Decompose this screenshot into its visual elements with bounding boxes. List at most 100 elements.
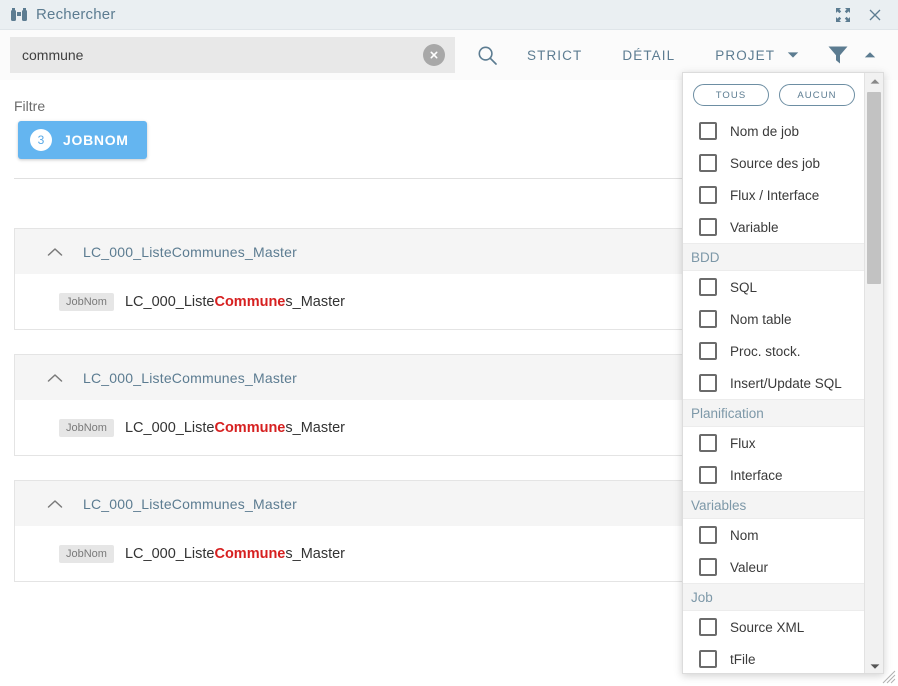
result-title: LC_000_ListeCommunes_Master bbox=[83, 369, 297, 386]
search-icon[interactable] bbox=[467, 35, 507, 75]
filter-option-insert-update-sql[interactable]: Insert/Update SQL bbox=[683, 367, 865, 399]
checkbox-icon[interactable] bbox=[699, 650, 717, 668]
dropdown-scrollbar[interactable] bbox=[864, 73, 883, 673]
filter-option-source-xml[interactable]: Source XML bbox=[683, 611, 865, 643]
result-tag: JobNom bbox=[59, 292, 114, 311]
result-header[interactable]: LC_000_ListeCommunes_Master bbox=[15, 229, 775, 274]
checkbox-icon[interactable] bbox=[699, 218, 717, 236]
match-prefix: LC_000_Liste bbox=[124, 419, 215, 436]
select-all-button[interactable]: TOUS bbox=[693, 84, 769, 106]
match-highlight: Commune bbox=[214, 419, 286, 436]
match-prefix: LC_000_Liste bbox=[124, 545, 215, 562]
filter-option-sql[interactable]: SQL bbox=[683, 271, 865, 303]
result-title: LC_000_ListeCommunes_Master bbox=[83, 243, 297, 260]
clear-circle-icon[interactable] bbox=[423, 44, 445, 66]
match-suffix: s_Master bbox=[285, 545, 346, 562]
filter-option-label: Valeur bbox=[730, 559, 769, 575]
result-match-text: LC_000_ListeCommunes_Master bbox=[125, 546, 345, 562]
filter-divider bbox=[14, 178, 684, 179]
filter-option-nom[interactable]: Nom bbox=[683, 519, 865, 551]
close-icon[interactable] bbox=[866, 6, 884, 24]
detail-button[interactable]: DÉTAIL bbox=[602, 35, 695, 75]
filter-option-label: Source des job bbox=[730, 155, 821, 171]
chevron-up-icon[interactable] bbox=[859, 35, 881, 75]
chevron-up-icon[interactable] bbox=[27, 499, 83, 509]
result-body: JobNom LC_000_ListeCommunes_Master bbox=[15, 274, 775, 329]
filter-option-label: Flux / Interface bbox=[730, 187, 820, 203]
checkbox-icon[interactable] bbox=[699, 154, 717, 172]
result-card: LC_000_ListeCommunes_Master JobNom LC_00… bbox=[14, 228, 776, 330]
binoculars-icon bbox=[10, 7, 28, 23]
match-suffix: s_Master bbox=[285, 293, 346, 310]
chevron-up-icon[interactable] bbox=[27, 247, 83, 257]
filter-option-nom-table[interactable]: Nom table bbox=[683, 303, 865, 335]
result-header[interactable]: LC_000_ListeCommunes_Master bbox=[15, 355, 775, 400]
titlebar-left-group: Rechercher bbox=[0, 6, 116, 23]
match-highlight: Commune bbox=[214, 545, 286, 562]
projet-button[interactable]: PROJET bbox=[695, 35, 783, 75]
result-body: JobNom LC_000_ListeCommunes_Master bbox=[15, 526, 775, 581]
result-body: JobNom LC_000_ListeCommunes_Master bbox=[15, 400, 775, 455]
match-prefix: LC_000_Liste bbox=[124, 293, 215, 310]
filter-option-flux[interactable]: Flux bbox=[683, 427, 865, 459]
funnel-icon[interactable] bbox=[817, 35, 859, 75]
filter-group-header-job: Job bbox=[683, 583, 865, 611]
filter-group-header-variables: Variables bbox=[683, 491, 865, 519]
filter-option-nom-de-job[interactable]: Nom de job bbox=[683, 115, 865, 147]
maximize-icon[interactable] bbox=[834, 6, 852, 24]
match-suffix: s_Master bbox=[285, 419, 346, 436]
filter-chip-jobnom[interactable]: 3 JOBNOM bbox=[18, 121, 147, 159]
filter-option-variable[interactable]: Variable bbox=[683, 211, 865, 243]
checkbox-icon[interactable] bbox=[699, 466, 717, 484]
window-title: Rechercher bbox=[36, 6, 116, 23]
filter-option-tfile[interactable]: tFile bbox=[683, 643, 865, 673]
window-controls bbox=[834, 6, 898, 24]
filter-option-label: Insert/Update SQL bbox=[730, 375, 842, 391]
filter-option-label: Nom bbox=[730, 527, 759, 543]
select-all-none-row: TOUS AUCUN bbox=[683, 73, 865, 115]
checkbox-icon[interactable] bbox=[699, 618, 717, 636]
filter-option-label: SQL bbox=[730, 279, 758, 295]
result-tag: JobNom bbox=[59, 544, 114, 563]
scrollbar-thumb[interactable] bbox=[867, 92, 881, 284]
strict-button[interactable]: STRICT bbox=[507, 35, 602, 75]
checkbox-icon[interactable] bbox=[699, 558, 717, 576]
scroll-up-arrow-icon[interactable] bbox=[865, 73, 883, 90]
filter-option-label: Proc. stock. bbox=[730, 343, 801, 359]
checkbox-icon[interactable] bbox=[699, 122, 717, 140]
filter-option-interface[interactable]: Interface bbox=[683, 459, 865, 491]
result-header[interactable]: LC_000_ListeCommunes_Master bbox=[15, 481, 775, 526]
window-resize-grip[interactable] bbox=[882, 670, 896, 684]
chevron-up-icon[interactable] bbox=[27, 373, 83, 383]
filter-chip-count: 3 bbox=[30, 129, 52, 151]
checkbox-icon[interactable] bbox=[699, 342, 717, 360]
checkbox-icon[interactable] bbox=[699, 186, 717, 204]
checkbox-icon[interactable] bbox=[699, 526, 717, 544]
filter-option-label: Nom table bbox=[730, 311, 792, 327]
search-toolbar: STRICT DÉTAIL PROJET bbox=[467, 35, 881, 75]
search-field-wrapper bbox=[10, 37, 455, 73]
filter-option-proc-stock[interactable]: Proc. stock. bbox=[683, 335, 865, 367]
chevron-down-icon[interactable] bbox=[783, 35, 803, 75]
filter-dropdown-content: TOUS AUCUN Nom de job Source des job Flu… bbox=[683, 73, 865, 673]
checkbox-icon[interactable] bbox=[699, 278, 717, 296]
filter-option-valeur[interactable]: Valeur bbox=[683, 551, 865, 583]
checkbox-icon[interactable] bbox=[699, 374, 717, 392]
result-match-text: LC_000_ListeCommunes_Master bbox=[125, 420, 345, 436]
checkbox-icon[interactable] bbox=[699, 434, 717, 452]
filter-option-label: Source XML bbox=[730, 619, 805, 635]
filter-option-source-des-job[interactable]: Source des job bbox=[683, 147, 865, 179]
search-input[interactable] bbox=[10, 37, 455, 73]
filter-option-label: tFile bbox=[730, 651, 756, 667]
match-highlight: Commune bbox=[214, 293, 286, 310]
result-title: LC_000_ListeCommunes_Master bbox=[83, 495, 297, 512]
filter-option-flux-interface[interactable]: Flux / Interface bbox=[683, 179, 865, 211]
checkbox-icon[interactable] bbox=[699, 310, 717, 328]
filter-dropdown-panel: TOUS AUCUN Nom de job Source des job Flu… bbox=[682, 72, 884, 674]
filter-group-header-bdd: BDD bbox=[683, 243, 865, 271]
result-card: LC_000_ListeCommunes_Master JobNom LC_00… bbox=[14, 354, 776, 456]
select-none-button[interactable]: AUCUN bbox=[779, 84, 855, 106]
filter-option-label: Flux bbox=[730, 435, 756, 451]
filter-label: Filtre bbox=[14, 98, 46, 114]
filter-option-label: Interface bbox=[730, 467, 783, 483]
